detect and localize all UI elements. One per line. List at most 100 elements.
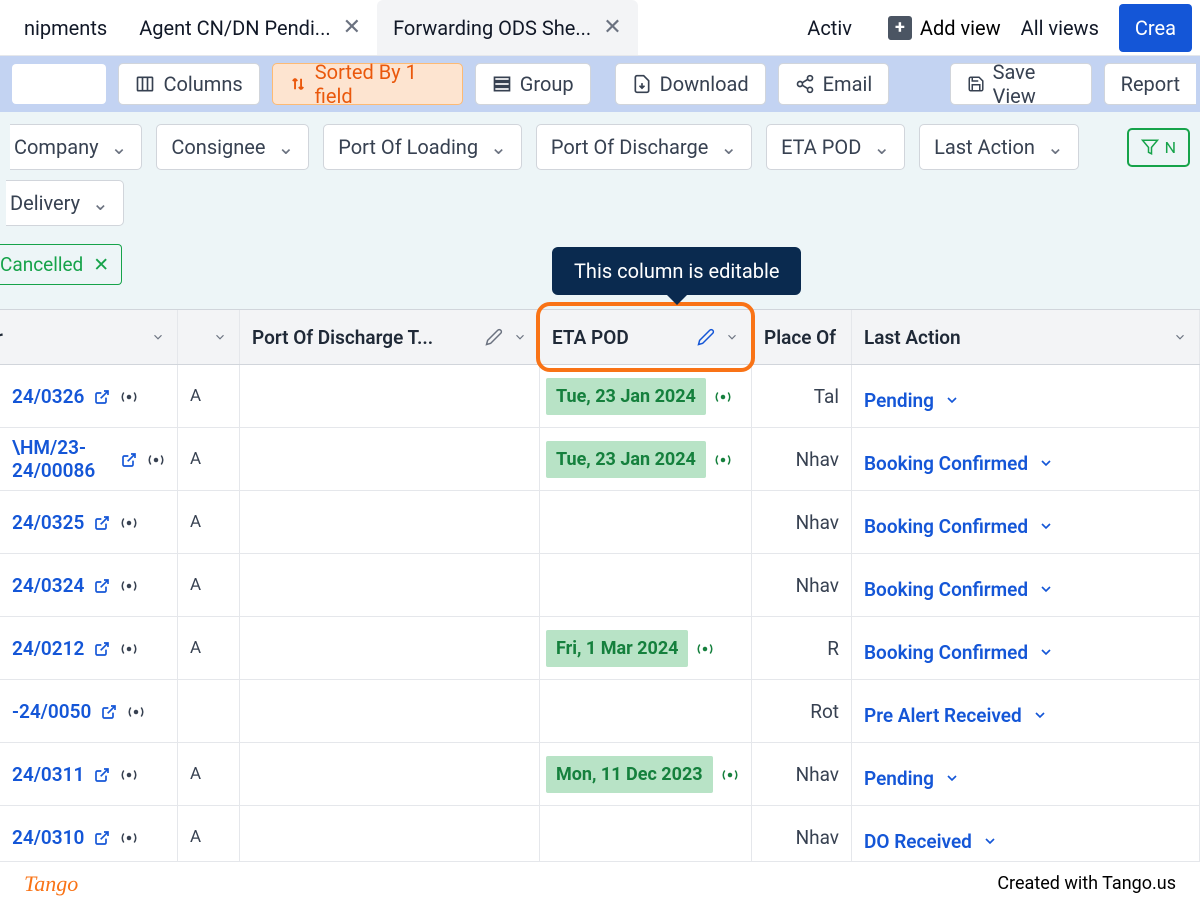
table-row[interactable]: -24/0050RotPre Alert Received: [0, 680, 1200, 743]
tab-shipments[interactable]: nipments: [8, 0, 123, 55]
column-header-pod-terminal[interactable]: Port Of Discharge T...: [240, 310, 540, 364]
close-icon[interactable]: ✕: [603, 15, 621, 40]
table-row[interactable]: \HM/23-24/00086ATue, 23 Jan 2024NhavBook…: [0, 428, 1200, 491]
table-row[interactable]: 24/0324ANhavBooking Confirmed: [0, 554, 1200, 617]
filter-pod[interactable]: Port Of Discharge⌄: [536, 124, 752, 170]
column-header-ref[interactable]: r: [0, 310, 178, 364]
column-header-signal[interactable]: [178, 310, 240, 364]
all-views-link[interactable]: All views: [1021, 16, 1099, 40]
cell-last-action[interactable]: Pre Alert Received: [852, 680, 1200, 742]
signal-icon: [120, 639, 138, 658]
remove-filter-icon[interactable]: ✕: [93, 253, 109, 276]
signal-icon: [120, 513, 138, 532]
add-view-button[interactable]: + Add view: [888, 16, 1001, 40]
create-button[interactable]: Crea: [1119, 4, 1192, 52]
chevron-down-icon[interactable]: [213, 330, 227, 344]
column-header-eta-pod[interactable]: ETA POD: [540, 310, 752, 364]
download-icon: [632, 74, 652, 94]
cell-last-action[interactable]: Pending: [852, 743, 1200, 805]
external-link-icon[interactable]: [121, 448, 137, 471]
cell-eta-pod[interactable]: Tue, 23 Jan 2024: [540, 428, 752, 490]
external-link-icon[interactable]: [94, 763, 110, 786]
cell-eta-pod[interactable]: [540, 680, 752, 742]
cell-last-action[interactable]: Booking Confirmed: [852, 554, 1200, 616]
last-action-link[interactable]: Pending: [864, 767, 960, 790]
table-row[interactable]: 24/0311AMon, 11 Dec 2023NhavPending: [0, 743, 1200, 806]
cell-pod-terminal[interactable]: [240, 554, 540, 616]
shipment-link[interactable]: 24/0212: [12, 637, 84, 660]
shipment-link[interactable]: 24/0325: [12, 511, 84, 534]
external-link-icon[interactable]: [94, 637, 110, 660]
cell-eta-pod[interactable]: [540, 491, 752, 553]
cell-eta-pod[interactable]: [540, 806, 752, 868]
filter-consignee[interactable]: Consignee⌄: [156, 124, 309, 170]
cell-last-action[interactable]: Booking Confirmed: [852, 428, 1200, 490]
cell-pod-terminal[interactable]: [240, 806, 540, 868]
cell-last-action[interactable]: Booking Confirmed: [852, 491, 1200, 553]
external-link-icon[interactable]: [101, 700, 117, 723]
shipment-link[interactable]: -24/0050: [12, 700, 91, 723]
group-button[interactable]: Group: [475, 63, 591, 105]
external-link-icon[interactable]: [94, 511, 110, 534]
cell-eta-pod[interactable]: Fri, 1 Mar 2024: [540, 617, 752, 679]
last-action-link[interactable]: DO Received: [864, 830, 998, 853]
shipment-link[interactable]: 24/0324: [12, 574, 84, 597]
filter-company[interactable]: Company⌄: [10, 124, 142, 170]
email-button[interactable]: Email: [778, 63, 890, 105]
cell-pod-terminal[interactable]: [240, 428, 540, 490]
cell-reference: 24/0310: [0, 806, 178, 868]
last-action-link[interactable]: Booking Confirmed: [864, 641, 1054, 664]
filter-eta-pod[interactable]: ETA POD⌄: [766, 124, 905, 170]
cell-last-action[interactable]: Pending: [852, 365, 1200, 427]
search-placeholder[interactable]: [12, 64, 106, 104]
filter-last-action[interactable]: Last Action⌄: [919, 124, 1079, 170]
shipment-link[interactable]: 24/0326: [12, 385, 84, 408]
external-link-icon[interactable]: [94, 826, 110, 849]
table-row[interactable]: 24/0212AFri, 1 Mar 2024RBooking Confirme…: [0, 617, 1200, 680]
close-icon[interactable]: ✕: [343, 15, 361, 40]
tab-forwarding-ods[interactable]: Forwarding ODS She...✕: [377, 0, 638, 55]
shipment-link[interactable]: \HM/23-24/00086: [12, 436, 111, 482]
last-action-link[interactable]: Pre Alert Received: [864, 704, 1048, 727]
sorted-by-button[interactable]: Sorted By 1 field: [272, 63, 463, 105]
external-link-icon[interactable]: [94, 574, 110, 597]
last-action-link[interactable]: Booking Confirmed: [864, 515, 1054, 538]
chevron-down-icon[interactable]: [1173, 330, 1187, 344]
table-row[interactable]: 24/0326ATue, 23 Jan 2024TalPending: [0, 365, 1200, 428]
tab-active[interactable]: Activ: [791, 16, 868, 40]
report-button[interactable]: Report: [1104, 63, 1196, 105]
table-row[interactable]: 24/0310ANhavDO Received: [0, 806, 1200, 869]
cell-eta-pod[interactable]: [540, 554, 752, 616]
cell-last-action[interactable]: Booking Confirmed: [852, 617, 1200, 679]
cell-pod-terminal[interactable]: [240, 680, 540, 742]
cell-sig: A: [178, 743, 240, 805]
last-action-link[interactable]: Booking Confirmed: [864, 452, 1054, 475]
cell-last-action[interactable]: DO Received: [852, 806, 1200, 868]
cell-pod-terminal[interactable]: [240, 365, 540, 427]
filter-pol[interactable]: Port Of Loading⌄: [323, 124, 522, 170]
download-button[interactable]: Download: [615, 63, 766, 105]
filter-button[interactable]: N: [1127, 128, 1190, 167]
tab-agent-cn-dn[interactable]: Agent CN/DN Pendi...✕: [123, 0, 377, 55]
last-action-link[interactable]: Booking Confirmed: [864, 578, 1054, 601]
cell-pod-terminal[interactable]: [240, 491, 540, 553]
chevron-down-icon[interactable]: [725, 330, 739, 344]
shipment-link[interactable]: 24/0310: [12, 826, 84, 849]
tango-logo: Tango: [24, 871, 78, 897]
last-action-link[interactable]: Pending: [864, 389, 960, 412]
shipment-link[interactable]: 24/0311: [12, 763, 84, 786]
cancelled-filter-tag[interactable]: Cancelled ✕: [0, 244, 122, 285]
filter-delivery[interactable]: Delivery⌄: [6, 180, 124, 226]
cell-pod-terminal[interactable]: [240, 617, 540, 679]
cell-eta-pod[interactable]: Mon, 11 Dec 2023: [540, 743, 752, 805]
cell-eta-pod[interactable]: Tue, 23 Jan 2024: [540, 365, 752, 427]
save-view-button[interactable]: Save View: [950, 63, 1092, 105]
column-header-last-action[interactable]: Last Action: [852, 310, 1200, 364]
chevron-down-icon[interactable]: [151, 330, 165, 344]
external-link-icon[interactable]: [94, 385, 110, 408]
table-row[interactable]: 24/0325ANhavBooking Confirmed: [0, 491, 1200, 554]
cell-pod-terminal[interactable]: [240, 743, 540, 805]
columns-button[interactable]: Columns: [118, 63, 259, 105]
chevron-down-icon[interactable]: [513, 330, 527, 344]
column-header-place[interactable]: Place Of: [752, 310, 852, 364]
